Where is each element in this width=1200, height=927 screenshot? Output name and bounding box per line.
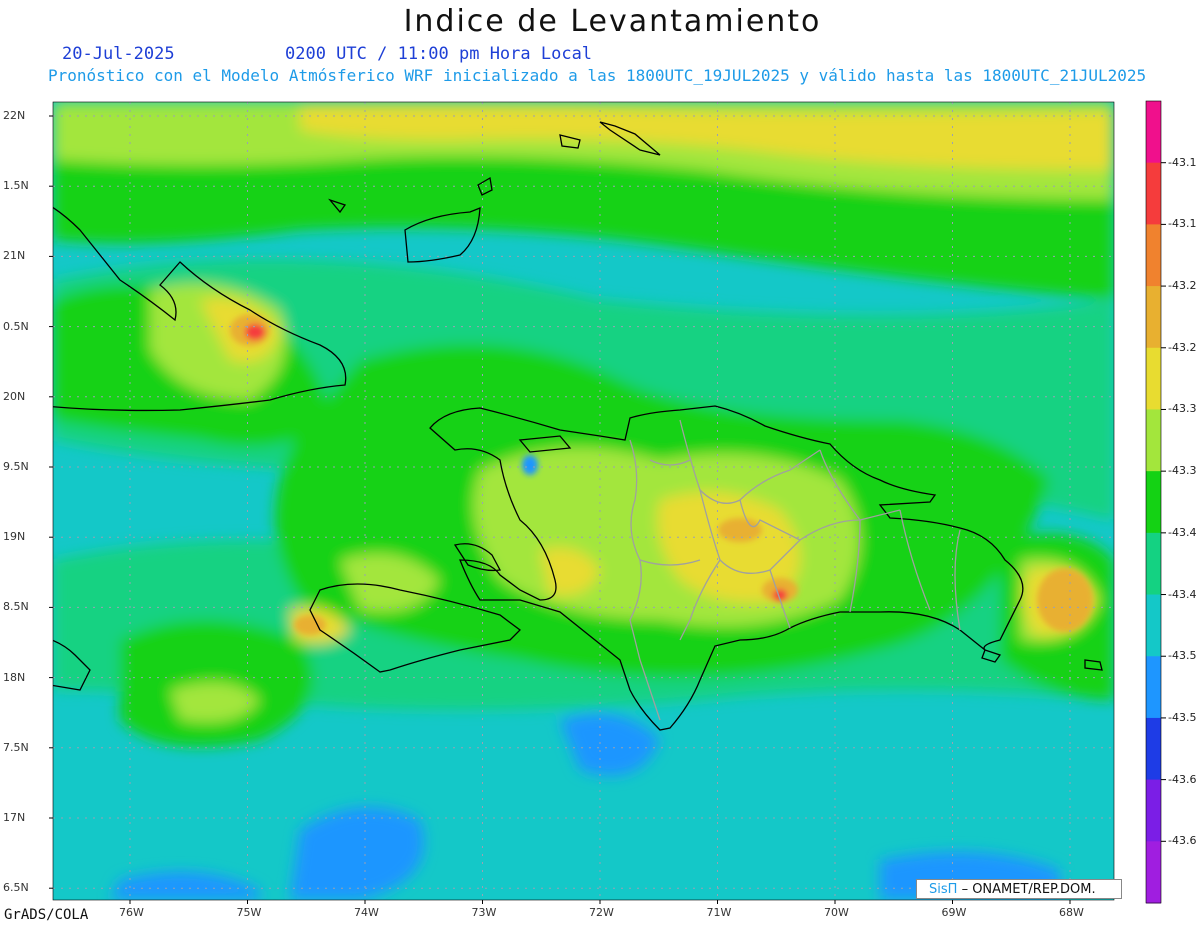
- colorbar-swatch: [1146, 779, 1161, 842]
- lon-label: 75W: [236, 906, 262, 919]
- colorbar-swatch: [1146, 162, 1161, 225]
- lon-label: 70W: [824, 906, 849, 919]
- lat-label: 1.5N: [3, 179, 29, 193]
- lat-label: 19N: [3, 530, 26, 544]
- colorbar-label: -43.4: [1168, 587, 1197, 601]
- lat-label: 9.5N: [3, 460, 29, 473]
- lat-label: 7.5N: [3, 740, 29, 754]
- credit-text: – ONAMET/REP.DOM.: [961, 882, 1096, 897]
- lat-label: 8.5N: [3, 600, 29, 614]
- lon-label: 76W: [119, 906, 144, 919]
- lat-label: 21N: [3, 249, 26, 263]
- lon-label: 74W: [354, 906, 379, 919]
- colorbar-swatch: [1146, 409, 1161, 472]
- colorbar-label: -43.3: [1168, 464, 1197, 478]
- lon-label: 72W: [589, 906, 614, 919]
- colorbar-label: -43.4: [1168, 525, 1197, 539]
- lat-label: 17N: [3, 811, 26, 824]
- colorbar-label: -43.6: [1168, 834, 1197, 848]
- colorbar-swatch: [1146, 471, 1161, 534]
- lon-label: 73W: [471, 906, 497, 919]
- colorbar-swatch: [1146, 347, 1161, 410]
- colorbar-label: -43.6: [1168, 772, 1197, 786]
- lon-label: 68W: [1059, 906, 1084, 919]
- credit-logo: SisΠ: [929, 882, 958, 897]
- colorbar-swatch: [1146, 656, 1161, 719]
- lat-label: 18N: [3, 670, 26, 684]
- colorbar-label: -43.1: [1168, 217, 1197, 231]
- software-credit: GrADS/COLA: [4, 907, 89, 923]
- lat-label: 6.5N: [3, 881, 29, 895]
- colorbar-label: -43.5: [1168, 710, 1197, 724]
- colorbar: [1145, 100, 1166, 904]
- lon-label: 71W: [706, 906, 732, 919]
- colorbar-label: -43.2: [1168, 279, 1197, 293]
- lat-label: 20N: [3, 389, 26, 403]
- colorbar-swatch: [1146, 841, 1161, 904]
- lifted-index-map: [49, 100, 1166, 904]
- lat-label: 0.5N: [3, 319, 29, 333]
- colorbar-label: -43.1: [1168, 155, 1197, 169]
- credit-box: SisΠ – ONAMET/REP.DOM.: [916, 879, 1122, 899]
- colorbar-swatch: [1146, 532, 1161, 596]
- colorbar-swatch: [1146, 224, 1161, 287]
- lat-label: 22N: [3, 109, 26, 122]
- colorbar-label: -43.5: [1168, 649, 1197, 663]
- colorbar-swatch: [1146, 101, 1161, 164]
- colorbar-label: -43.2: [1168, 340, 1197, 354]
- colorbar-label: -43.3: [1168, 402, 1197, 416]
- lon-label: 69W: [941, 906, 967, 919]
- colorbar-swatch: [1146, 594, 1161, 657]
- colorbar-swatch: [1146, 717, 1161, 781]
- colorbar-swatch: [1146, 286, 1161, 349]
